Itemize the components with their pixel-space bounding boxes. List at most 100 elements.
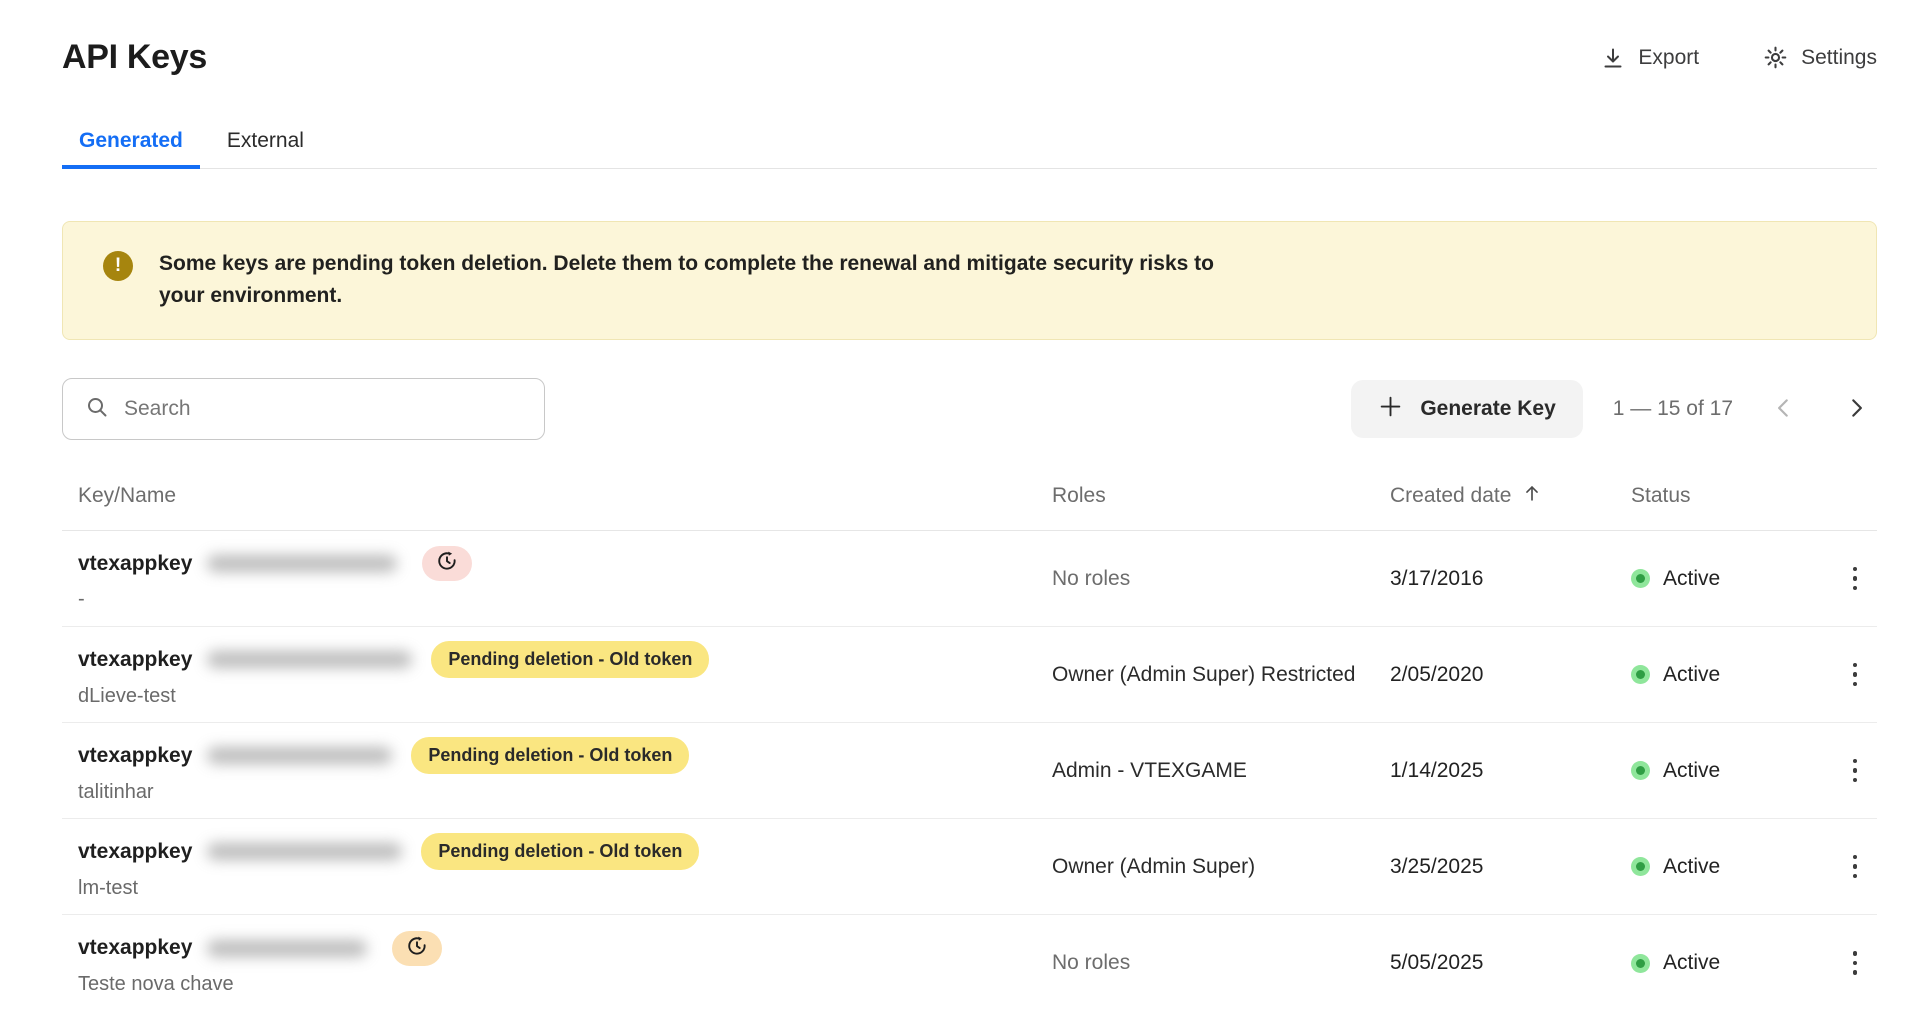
status-badge: Active <box>1631 855 1833 879</box>
key-name: - <box>78 588 1052 611</box>
roles-cell: No roles <box>1052 951 1390 975</box>
status-active-dot <box>1631 857 1650 876</box>
key-name: talitinhar <box>78 781 1052 804</box>
column-header-roles: Roles <box>1052 484 1390 508</box>
status-label: Active <box>1663 567 1720 591</box>
created-date-cell: 3/25/2025 <box>1390 855 1631 879</box>
pagination-prev-button[interactable] <box>1763 387 1805 432</box>
key-name-cell: vtexappkey Pending deletion - Old token … <box>62 833 1052 900</box>
row-menu-button[interactable] <box>1833 845 1877 889</box>
tab-external[interactable]: External <box>210 121 321 168</box>
header-actions: Export Settings <box>1601 45 1877 70</box>
column-header-status: Status <box>1631 484 1833 508</box>
kebab-menu-icon <box>1853 951 1858 956</box>
status-active-dot <box>1631 761 1650 780</box>
chevron-left-icon <box>1771 395 1797 424</box>
table-row: vtexappkey Teste nova chave No <box>62 915 1877 1011</box>
key-name-cell: vtexappkey Pending deletion - Old token … <box>62 737 1052 804</box>
status-badge: Active <box>1631 567 1833 591</box>
toolbar-right: Generate Key 1 — 15 of 17 <box>1351 380 1877 438</box>
sort-ascending-icon <box>1521 482 1543 510</box>
kebab-menu-icon <box>1853 567 1858 572</box>
roles-cell: Owner (Admin Super) <box>1052 855 1390 879</box>
redacted-key-blur <box>207 555 397 572</box>
tab-bar: Generated External <box>62 121 1877 169</box>
roles-cell: Owner (Admin Super) Restricted <box>1052 663 1390 687</box>
clock-history-icon <box>436 550 458 577</box>
redacted-key-blur <box>207 843 402 860</box>
status-active-dot <box>1631 954 1650 973</box>
table-row: vtexappkey Pending deletion - Old token … <box>62 819 1877 915</box>
status-label: Active <box>1663 855 1720 879</box>
clock-history-icon <box>406 935 428 962</box>
table-toolbar: Generate Key 1 — 15 of 17 <box>62 378 1877 440</box>
page-title: API Keys <box>62 38 207 77</box>
pagination-next-button[interactable] <box>1835 387 1877 432</box>
created-date-cell: 2/05/2020 <box>1390 663 1631 687</box>
redacted-key-blur <box>207 940 367 957</box>
warning-icon: ! <box>103 251 133 281</box>
row-menu-button[interactable] <box>1833 557 1877 601</box>
redacted-key-blur <box>207 651 412 668</box>
created-date-cell: 1/14/2025 <box>1390 759 1631 783</box>
token-renewal-badge <box>392 931 442 966</box>
pending-deletion-badge: Pending deletion - Old token <box>431 641 709 678</box>
table-header-row: Key/Name Roles Created date Status <box>62 440 1877 531</box>
search-input[interactable] <box>124 397 522 421</box>
pending-deletion-badge: Pending deletion - Old token <box>421 833 699 870</box>
key-name: dLieve-test <box>78 685 1052 708</box>
created-date-cell: 3/17/2016 <box>1390 567 1631 591</box>
table-row: vtexappkey Pending deletion - Old token … <box>62 627 1877 723</box>
status-label: Active <box>1663 759 1720 783</box>
pending-deletion-banner: ! Some keys are pending token deletion. … <box>62 221 1877 340</box>
status-badge: Active <box>1631 951 1833 975</box>
status-badge: Active <box>1631 663 1833 687</box>
tab-generated[interactable]: Generated <box>62 121 200 168</box>
roles-cell: Admin - VTEXGAME <box>1052 759 1390 783</box>
key-prefix: vtexappkey <box>78 744 192 768</box>
table-row: vtexappkey Pending deletion - Old token … <box>62 723 1877 819</box>
key-name-cell: vtexappkey Teste nova chave <box>62 931 1052 996</box>
key-prefix: vtexappkey <box>78 936 192 960</box>
settings-button[interactable]: Settings <box>1763 45 1877 70</box>
key-name: lm-test <box>78 877 1052 900</box>
page-header: API Keys Export Settings <box>62 38 1877 77</box>
generate-key-label: Generate Key <box>1420 397 1555 421</box>
plus-icon <box>1378 394 1403 425</box>
status-active-dot <box>1631 665 1650 684</box>
status-badge: Active <box>1631 759 1833 783</box>
row-menu-button[interactable] <box>1833 749 1877 793</box>
gear-icon <box>1763 45 1788 70</box>
pagination-range: 1 — 15 of 17 <box>1613 397 1733 421</box>
export-label: Export <box>1638 46 1699 70</box>
key-name: Teste nova chave <box>78 973 1052 996</box>
column-header-key-name: Key/Name <box>62 484 1052 508</box>
banner-message: Some keys are pending token deletion. De… <box>159 248 1239 311</box>
search-box <box>62 378 545 440</box>
key-name-cell: vtexappkey - <box>62 546 1052 611</box>
key-prefix: vtexappkey <box>78 840 192 864</box>
key-name-cell: vtexappkey Pending deletion - Old token … <box>62 641 1052 708</box>
search-icon <box>85 395 109 424</box>
settings-label: Settings <box>1801 46 1877 70</box>
status-label: Active <box>1663 951 1720 975</box>
redacted-key-blur <box>207 747 392 764</box>
created-date-cell: 5/05/2025 <box>1390 951 1631 975</box>
generate-key-button[interactable]: Generate Key <box>1351 380 1582 438</box>
api-keys-table: Key/Name Roles Created date Status vtexa… <box>62 440 1877 1011</box>
kebab-menu-icon <box>1853 663 1858 668</box>
row-menu-button[interactable] <box>1833 653 1877 697</box>
status-label: Active <box>1663 663 1720 687</box>
download-icon <box>1601 46 1625 70</box>
token-renewal-badge <box>422 546 472 581</box>
column-header-created-date[interactable]: Created date <box>1390 482 1631 510</box>
api-keys-page: API Keys Export Settings <box>0 38 1920 1011</box>
table-row: vtexappkey - No roles 3/ <box>62 531 1877 627</box>
kebab-menu-icon <box>1853 759 1858 764</box>
kebab-menu-icon <box>1853 855 1858 860</box>
status-active-dot <box>1631 569 1650 588</box>
pending-deletion-badge: Pending deletion - Old token <box>411 737 689 774</box>
key-prefix: vtexappkey <box>78 552 192 576</box>
row-menu-button[interactable] <box>1833 941 1877 985</box>
export-button[interactable]: Export <box>1601 46 1699 70</box>
